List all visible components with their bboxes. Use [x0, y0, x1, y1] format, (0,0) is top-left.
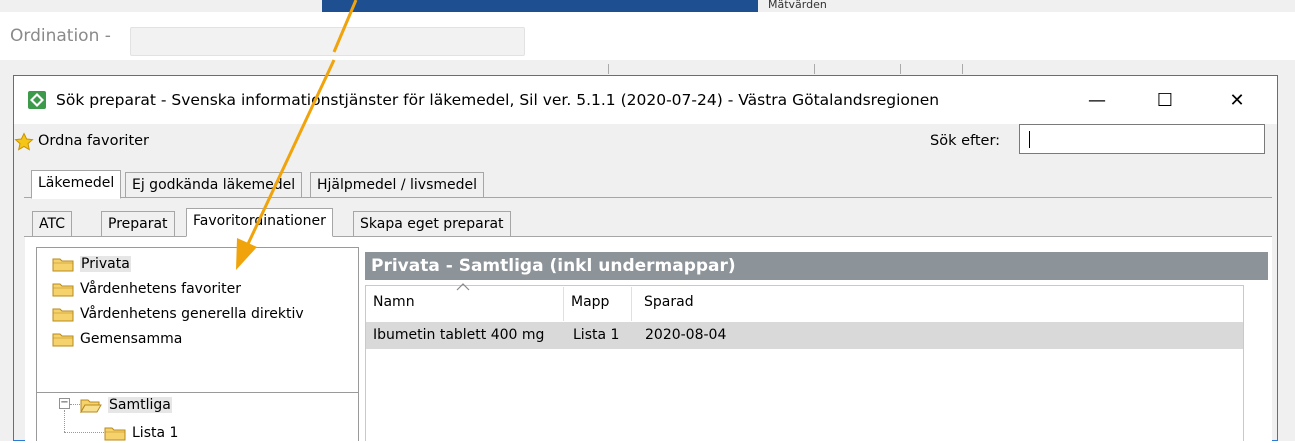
star-icon[interactable]	[14, 132, 34, 152]
column-separator[interactable]	[563, 287, 564, 321]
sort-ascending-icon	[456, 283, 470, 291]
folder-label: Vårdenhetens generella direktiv	[80, 306, 304, 322]
folder-vardenhetens-favoriter[interactable]: Vårdenhetens favoriter	[52, 279, 241, 299]
background-toolbar	[0, 60, 1295, 74]
folder-open-icon	[80, 399, 102, 413]
tab-hjalpmedel[interactable]: Hjälpmedel / livsmedel	[310, 172, 485, 198]
dialog-title: Sök preparat - Svenska informationstjäns…	[56, 91, 940, 109]
results-list	[365, 285, 1244, 441]
cell-mapp: Lista 1	[573, 327, 620, 343]
background-window-title: Ordination -	[10, 26, 111, 46]
folder-privata[interactable]: Privata	[52, 254, 131, 274]
maximize-button[interactable]: ☐	[1142, 81, 1188, 119]
tab-ej-godkanda[interactable]: Ej godkända läkemedel	[125, 172, 303, 198]
tree-line	[64, 410, 65, 432]
text-caret	[1029, 131, 1030, 148]
tree-collapse-toggle[interactable]: −	[59, 398, 70, 409]
minimize-button[interactable]: —	[1074, 81, 1120, 119]
tab-lakemedel[interactable]: Läkemedel	[31, 170, 122, 199]
cell-namn: Ibumetin tablett 400 mg	[373, 327, 545, 343]
column-separator[interactable]	[631, 287, 632, 321]
search-input[interactable]	[1019, 124, 1265, 154]
column-header-sparad[interactable]: Sparad	[644, 294, 694, 310]
toolbar-separator	[608, 64, 609, 74]
tab-preparat[interactable]: Preparat	[101, 211, 175, 237]
background-tab-fragment: Mätvärden	[768, 0, 827, 11]
column-header-namn[interactable]: Namn	[373, 294, 415, 310]
close-button[interactable]: ✕	[1214, 81, 1260, 119]
folder-vardenhetens-generella-direktiv[interactable]: Vårdenhetens generella direktiv	[52, 304, 304, 324]
redacted-patient-box	[130, 27, 525, 56]
tree-line	[70, 404, 80, 405]
column-header-mapp[interactable]: Mapp	[571, 294, 609, 310]
tab-favoritordinationer[interactable]: Favoritordinationer	[186, 208, 333, 237]
folder-label: Vårdenhetens favoriter	[80, 281, 242, 297]
folder-gemensamma[interactable]: Gemensamma	[52, 329, 182, 349]
folder-icon	[52, 258, 74, 272]
search-label: Sök efter:	[930, 133, 1001, 149]
toolbar-separator	[962, 64, 963, 74]
folder-icon	[52, 333, 74, 347]
folder-icon	[52, 308, 74, 322]
tree-label: Lista 1	[132, 425, 179, 441]
toolbar-separator	[814, 64, 815, 74]
tab-skapa-eget-preparat[interactable]: Skapa eget preparat	[353, 211, 511, 237]
tree-item-samtliga[interactable]: Samtliga	[80, 395, 172, 415]
results-header: Privata - Samtliga (inkl undermappar)	[365, 252, 1268, 280]
cell-sparad: 2020-08-04	[645, 327, 727, 343]
tree-line	[64, 432, 104, 433]
toolbar-separator	[900, 64, 901, 74]
tab-atc[interactable]: ATC	[32, 211, 72, 237]
app-icon	[28, 91, 46, 109]
folder-icon	[52, 283, 74, 297]
folder-label: Privata	[80, 256, 131, 272]
organize-favorites-button[interactable]: Ordna favoriter	[38, 133, 149, 149]
folder-label: Gemensamma	[80, 331, 183, 347]
panel-divider[interactable]	[36, 392, 359, 393]
tree-label: Samtliga	[108, 397, 172, 413]
tree-item-lista-1[interactable]: Lista 1	[104, 423, 178, 443]
folder-icon	[104, 427, 126, 441]
background-blue-bar	[322, 0, 758, 12]
